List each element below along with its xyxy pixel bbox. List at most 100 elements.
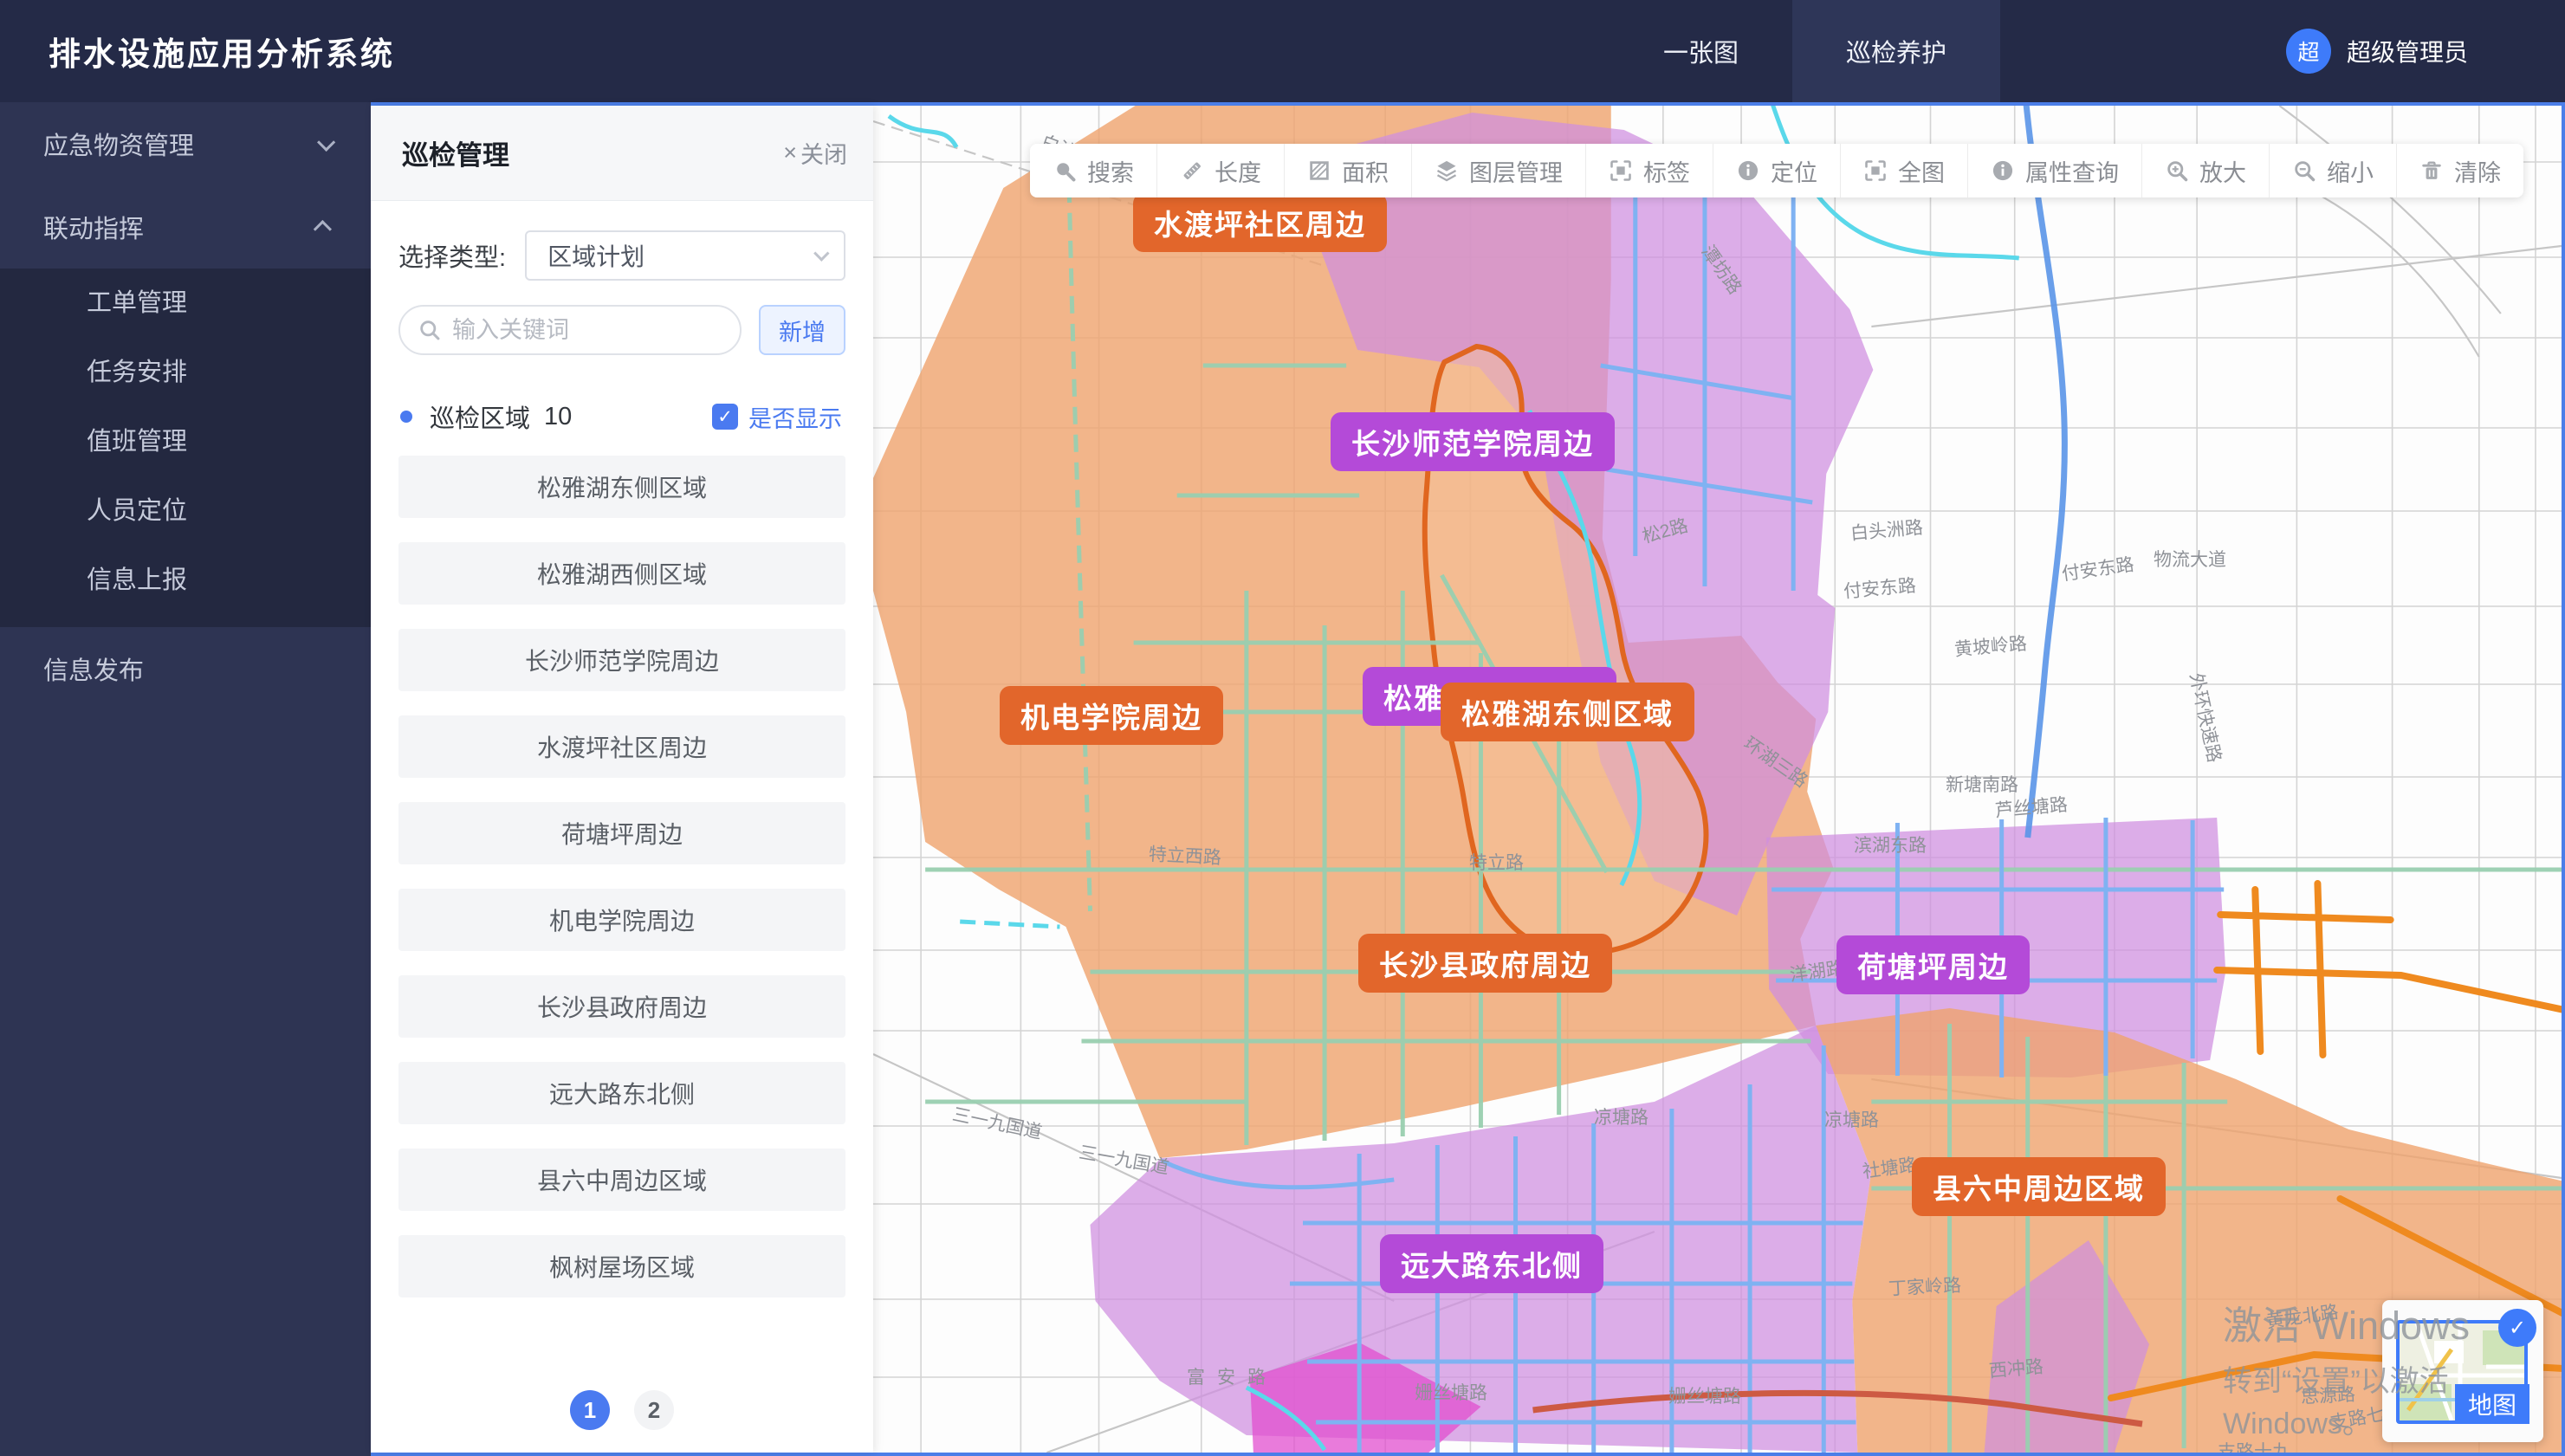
search-input[interactable] xyxy=(398,305,742,355)
toolbar-locate-button[interactable]: 定位 xyxy=(1713,144,1840,197)
check-icon: ✓ xyxy=(2498,1309,2536,1347)
search-icon xyxy=(1053,159,1077,183)
app-title: 排水设施应用分析系统 xyxy=(49,28,395,74)
road-label: 富安路 xyxy=(1187,1363,1278,1389)
close-button[interactable]: × 关闭 xyxy=(783,136,847,170)
sidebar-item-task-arrangement[interactable]: 任务安排 xyxy=(0,338,371,407)
nav-tab-one-map[interactable]: 一张图 xyxy=(1610,0,1792,102)
show-toggle[interactable]: ✓ 是否显示 xyxy=(712,400,842,434)
map-base-layer xyxy=(873,106,2562,1453)
list-item[interactable]: 远大路东北侧 xyxy=(398,1062,845,1124)
list-item[interactable]: 松雅湖东侧区域 xyxy=(398,456,845,518)
panel-header: 巡检管理 × 关闭 xyxy=(371,106,873,201)
sidebar-item-info-report[interactable]: 信息上报 xyxy=(0,546,371,615)
zoom-in-icon xyxy=(2165,159,2189,183)
map-region-label[interactable]: 长沙县政府周边 xyxy=(1358,934,1612,993)
sidebar-item-label: 信息发布 xyxy=(43,650,144,687)
map-toolbar: 搜索 长度 面积 图层管理 xyxy=(1030,144,2523,197)
toolbar-tag-button[interactable]: 标签 xyxy=(1585,144,1713,197)
trash-icon xyxy=(2419,159,2444,183)
road-label: 物流大道 xyxy=(2154,546,2226,572)
bullet-dot-icon xyxy=(400,411,412,423)
top-bar: 排水设施应用分析系统 一张图 巡检养护 超 超级管理员 xyxy=(0,0,2565,102)
road-label: 支路十九 xyxy=(2218,1438,2290,1453)
map-region-label[interactable]: 松雅湖东侧区域 xyxy=(1441,683,1694,741)
sidebar-item-label: 联动指挥 xyxy=(43,209,144,245)
search-icon xyxy=(418,318,442,342)
close-icon: × xyxy=(783,139,797,166)
chevron-up-icon xyxy=(314,220,332,238)
sidebar: 应急物资管理 联动指挥 工单管理 任务安排 值班管理 人员定位 信息上报 信息发… xyxy=(0,102,371,1456)
road-label: 凉塘路 xyxy=(1594,1103,1648,1129)
list-item[interactable]: 水渡坪社区周边 xyxy=(398,715,845,778)
extent-frame-icon xyxy=(1863,159,1888,183)
inspection-panel: 巡检管理 × 关闭 选择类型: 区域计划 xyxy=(371,106,873,1453)
type-label: 选择类型: xyxy=(398,237,506,274)
area-icon xyxy=(1307,159,1331,183)
map-region-label[interactable]: 县六中周边区域 xyxy=(1912,1157,2166,1216)
sidebar-item-work-orders[interactable]: 工单管理 xyxy=(0,269,371,338)
road-label: 姗丝塘路 xyxy=(1668,1382,1741,1408)
toolbar-clear-button[interactable]: 清除 xyxy=(2396,144,2523,197)
ruler-icon xyxy=(1180,159,1204,183)
road-label: 思源路 xyxy=(2300,1381,2355,1409)
road-label: 特立西路 xyxy=(1148,840,1221,870)
sidebar-item-linkage-command[interactable]: 联动指挥 xyxy=(0,185,371,269)
sidebar-item-emergency-supplies[interactable]: 应急物资管理 xyxy=(0,102,371,185)
sidebar-item-personnel-location[interactable]: 人员定位 xyxy=(0,476,371,546)
road-label: 特立路 xyxy=(1469,849,1524,875)
list-item[interactable]: 长沙县政府周边 xyxy=(398,975,845,1038)
main-content: 巡检管理 × 关闭 选择类型: 区域计划 xyxy=(371,102,2565,1456)
nav-tab-inspection-maintenance[interactable]: 巡检养护 xyxy=(1792,0,2000,102)
toolbar-full-extent-button[interactable]: 全图 xyxy=(1840,144,1967,197)
user-chip[interactable]: 超 超级管理员 xyxy=(2286,29,2468,74)
toolbar-area-button[interactable]: 面积 xyxy=(1284,144,1411,197)
road-label: 新塘南路 xyxy=(1946,771,2018,797)
region-list: 松雅湖东侧区域 松雅湖西侧区域 长沙师范学院周边 水渡坪社区周边 荷塘坪周边 机… xyxy=(398,456,845,1297)
layers-icon xyxy=(1435,159,1459,183)
toolbar-search-button[interactable]: 搜索 xyxy=(1030,144,1156,197)
map-canvas[interactable]: 白沙河路 北 绕 城 潭坊路 物流大道 松2路 白头洲路 付安东路 付安东路 黄… xyxy=(873,106,2562,1453)
page-button-1[interactable]: 1 xyxy=(570,1390,610,1430)
sidebar-submenu: 工单管理 任务安排 值班管理 人员定位 信息上报 xyxy=(0,269,371,627)
list-item[interactable]: 机电学院周边 xyxy=(398,889,845,951)
list-item[interactable]: 松雅湖西侧区域 xyxy=(398,542,845,605)
list-item[interactable]: 县六中周边区域 xyxy=(398,1149,845,1211)
toolbar-zoom-in-button[interactable]: 放大 xyxy=(2141,144,2269,197)
page-button-2[interactable]: 2 xyxy=(634,1390,674,1430)
list-item[interactable]: 枫树屋场区域 xyxy=(398,1235,845,1297)
pagination: 1 2 xyxy=(371,1373,873,1453)
list-item[interactable]: 长沙师范学院周边 xyxy=(398,629,845,691)
type-select[interactable]: 区域计划 xyxy=(525,230,845,281)
road-label: 姗丝塘路 xyxy=(1415,1379,1487,1405)
add-button[interactable]: 新增 xyxy=(759,305,845,355)
map-region-label[interactable]: 水渡坪社区周边 xyxy=(1133,193,1387,252)
tag-frame-icon xyxy=(1609,159,1633,183)
list-count: 10 xyxy=(544,403,572,431)
checkbox-checked-icon[interactable]: ✓ xyxy=(712,404,738,430)
sidebar-item-info-publish[interactable]: 信息发布 xyxy=(0,627,371,710)
type-row: 选择类型: 区域计划 xyxy=(398,230,845,281)
username: 超级管理员 xyxy=(2347,34,2468,68)
chevron-down-icon xyxy=(813,245,829,261)
search-row: 新增 xyxy=(398,305,845,355)
map-region-label[interactable]: 机电学院周边 xyxy=(1000,686,1223,745)
toolbar-zoom-out-button[interactable]: 缩小 xyxy=(2269,144,2396,197)
road-label: 凉塘路 xyxy=(1824,1106,1879,1132)
basemap-switcher[interactable]: ✓ 地图 xyxy=(2382,1300,2543,1442)
road-label: 丁家岭路 xyxy=(1888,1272,1961,1301)
toolbar-layer-manager-button[interactable]: 图层管理 xyxy=(1411,144,1585,197)
info-icon xyxy=(1736,159,1760,183)
map-region-label[interactable]: 长沙师范学院周边 xyxy=(1331,412,1615,471)
sidebar-item-label: 应急物资管理 xyxy=(43,126,194,162)
list-item[interactable]: 荷塘坪周边 xyxy=(398,802,845,864)
map-region-label[interactable]: 荷塘坪周边 xyxy=(1836,935,2030,994)
zoom-out-icon xyxy=(2292,159,2316,183)
road-label: 滨湖东路 xyxy=(1854,832,1927,857)
sidebar-item-duty-management[interactable]: 值班管理 xyxy=(0,407,371,476)
toolbar-attribute-query-button[interactable]: 属性查询 xyxy=(1967,144,2141,197)
road-label: 西冲路 xyxy=(1988,1353,2044,1383)
map-region-label[interactable]: 远大路东北侧 xyxy=(1380,1234,1603,1293)
toolbar-length-button[interactable]: 长度 xyxy=(1156,144,1284,197)
top-nav: 一张图 巡检养护 xyxy=(1610,0,2000,102)
